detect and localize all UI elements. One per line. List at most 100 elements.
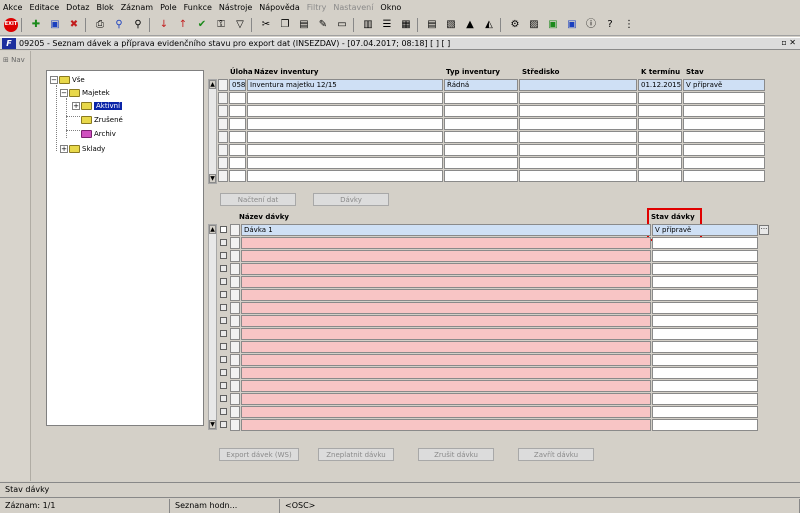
row-indicator[interactable] [230,354,240,366]
tree-node-zrusene[interactable]: Zrušené [81,115,123,125]
new-record-icon[interactable]: ✚ [28,17,44,33]
tree-node-archiv[interactable]: Archiv [81,129,116,139]
collapse-icon[interactable]: − [60,89,68,97]
row-indicator[interactable] [230,406,240,418]
row-indicator[interactable] [230,250,240,262]
scroll-up-icon[interactable]: ▲ [209,80,216,89]
empty-cell-nazev[interactable] [241,276,651,288]
cell-termin[interactable]: 01.12.2015 [638,79,682,91]
empty-cell[interactable] [229,92,246,104]
empty-cell-nazev[interactable] [241,237,651,249]
empty-cell[interactable] [247,131,443,143]
table-row[interactable] [218,250,759,263]
empty-cell[interactable] [683,144,765,156]
row-indicator[interactable] [230,224,240,236]
table-row[interactable] [218,419,759,432]
row-indicator[interactable] [230,237,240,249]
row-indicator[interactable] [218,118,228,130]
info-icon[interactable]: ⓘ [583,17,599,33]
menu-zaznam[interactable]: Záznam [121,3,153,12]
table-row[interactable] [218,367,759,380]
tree-node-sklady[interactable]: + Sklady [60,144,105,154]
scroll-up-icon[interactable]: ▲ [209,225,216,234]
tree-node-majetek[interactable]: − Majetek [60,88,110,98]
clear-icon[interactable]: ▭ [334,17,350,33]
row-indicator[interactable] [218,79,228,91]
menu-editace[interactable]: Editace [29,3,59,12]
empty-cell[interactable] [247,92,443,104]
attachment-icon[interactable]: ▧ [443,17,459,33]
table-row[interactable] [218,276,759,289]
empty-cell-stav[interactable] [652,328,758,340]
empty-cell[interactable] [444,144,518,156]
empty-cell-nazev[interactable] [241,302,651,314]
row-indicator[interactable] [230,289,240,301]
empty-cell[interactable] [229,131,246,143]
empty-cell[interactable] [638,131,682,143]
empty-cell[interactable] [683,170,765,182]
empty-cell[interactable] [444,105,518,117]
menu-nastaveni[interactable]: Nastavení [333,3,373,12]
row-checkbox[interactable] [220,382,227,389]
expand-icon[interactable]: + [60,145,68,153]
dots-icon[interactable]: ⋮ [621,17,637,33]
sort-asc-icon[interactable]: ↓ [156,17,172,33]
empty-cell-stav[interactable] [652,315,758,327]
table-row[interactable] [218,302,759,315]
empty-cell[interactable] [444,131,518,143]
row-checkbox[interactable] [220,226,227,233]
empty-cell-nazev[interactable] [241,328,651,340]
menu-dotaz[interactable]: Dotaz [66,3,89,12]
row-indicator[interactable] [230,341,240,353]
empty-cell[interactable] [247,170,443,182]
query-icon[interactable]: ⚲ [111,17,127,33]
empty-cell[interactable] [683,157,765,169]
scroll-down-icon[interactable]: ▼ [209,420,216,429]
export-icon[interactable]: ▤ [424,17,440,33]
inventory-scrollbar[interactable]: ▲ ▼ [208,79,217,184]
empty-cell[interactable] [638,144,682,156]
row-checkbox[interactable] [220,395,227,402]
row-indicator[interactable] [230,263,240,275]
row-indicator[interactable] [230,302,240,314]
empty-cell[interactable] [683,131,765,143]
empty-cell[interactable] [519,144,637,156]
lov-button[interactable]: ··· [759,225,769,235]
empty-cell[interactable] [519,105,637,117]
empty-cell[interactable] [638,157,682,169]
row-indicator[interactable] [218,144,228,156]
row-indicator[interactable] [230,393,240,405]
row-indicator[interactable] [230,276,240,288]
exit-icon[interactable]: EXIT [4,17,18,32]
empty-cell[interactable] [229,118,246,130]
filter-icon[interactable]: ▽ [232,17,248,33]
empty-cell[interactable] [247,105,443,117]
empty-cell[interactable] [638,105,682,117]
report-icon[interactable]: ◭ [481,17,497,33]
cell-nazev-davky[interactable]: Dávka 1 [241,224,651,236]
empty-cell[interactable] [229,144,246,156]
table-row[interactable] [218,341,759,354]
empty-cell[interactable] [519,92,637,104]
row-indicator[interactable] [230,380,240,392]
row-indicator[interactable] [230,315,240,327]
empty-cell[interactable] [247,157,443,169]
empty-cell-nazev[interactable] [241,406,651,418]
row-checkbox[interactable] [220,278,227,285]
save-icon[interactable]: ▣ [47,17,63,33]
empty-cell[interactable] [444,92,518,104]
table-row[interactable] [218,328,759,341]
empty-cell[interactable] [444,170,518,182]
empty-cell-stav[interactable] [652,289,758,301]
cut-icon[interactable]: ✂ [258,17,274,33]
empty-cell-nazev[interactable] [241,393,651,405]
table-row[interactable] [218,354,759,367]
row-checkbox[interactable] [220,343,227,350]
collapse-icon[interactable]: − [50,76,58,84]
zavrit-davku-button[interactable]: Zavřít dávku [518,448,594,461]
empty-cell[interactable] [638,118,682,130]
table-row[interactable] [218,237,759,250]
tree-node-aktivni[interactable]: + Aktivní [72,101,123,111]
excel-icon[interactable]: ▣ [545,17,561,33]
empty-cell[interactable] [519,118,637,130]
